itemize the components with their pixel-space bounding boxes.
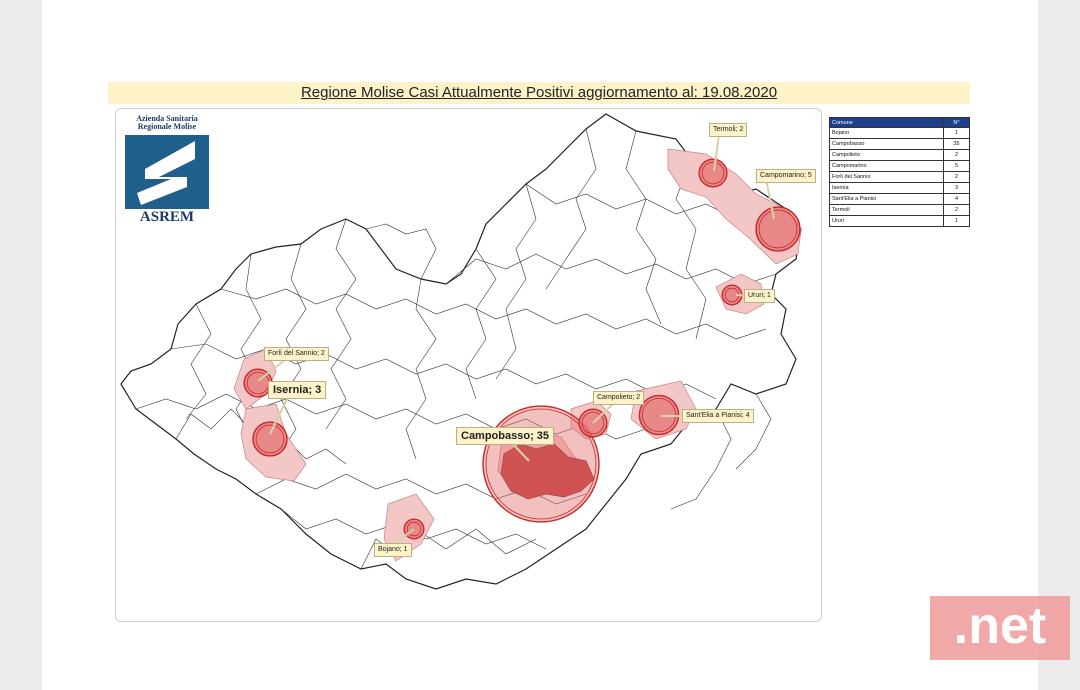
case-bubble [698, 158, 728, 188]
callout-bojano: Bojano; 1 [374, 543, 412, 557]
callout-campobasso: Campobasso; 35 [456, 427, 555, 445]
cases-table: Comune N° Bojano 1 Campobasso 35 Campoliet… [829, 117, 971, 227]
watermark-badge: .net [930, 596, 1070, 660]
table-row: Ururi 1 [829, 215, 971, 227]
map-panel: Azienda Sanitaria Regionale Molise ASREM… [115, 108, 822, 622]
molise-map [120, 113, 802, 590]
callout-isernia: Isernia; 3 [268, 381, 327, 399]
table-cell-n: 3 [942, 182, 971, 194]
table-cell-comune: Campobasso [829, 138, 944, 150]
table-cell-n: 1 [942, 127, 971, 139]
logo-wordmark: ASREM [139, 209, 195, 225]
table-header-row: Comune N° [829, 117, 971, 128]
table-cell-n: 1 [942, 215, 971, 227]
callout-campolieto: Campolieto; 2 [593, 391, 645, 405]
table-cell-n: 2 [942, 204, 971, 216]
table-cell-comune: Termoli [829, 204, 944, 216]
case-bubble [755, 206, 801, 252]
table-row: Campomarino 5 [829, 160, 971, 172]
table-row: Isernia 3 [829, 182, 971, 194]
table-row: Campobasso 35 [829, 138, 971, 150]
table-header-comune: Comune [829, 117, 944, 128]
table-cell-n: 2 [942, 149, 971, 161]
page-title: Regione Molise Casi Attualmente Positivi… [300, 84, 778, 101]
table-row: Bojano 1 [829, 127, 971, 139]
logo-emblem [125, 135, 209, 209]
case-bubble [252, 421, 288, 457]
table-cell-comune: Campomarino [829, 160, 944, 172]
logo-caption: Azienda Sanitaria Regionale Molise [123, 115, 211, 131]
table-cell-n: 35 [942, 138, 971, 150]
watermark-text: .net [953, 597, 1047, 655]
table-row: Termoli 2 [829, 204, 971, 216]
table-cell-comune: Ururi [829, 215, 944, 227]
table-cell-comune: Campolieto [829, 149, 944, 161]
callout-campomarino: Campomarino; 5 [756, 169, 816, 183]
table-cell-comune: Forlì del Sannio [829, 171, 944, 183]
table-cell-n: 4 [942, 193, 971, 205]
table-header-n: N° [942, 117, 971, 128]
table-cell-comune: Bojano [829, 127, 944, 139]
table-cell-comune: Isernia [829, 182, 944, 194]
callout-santelia: Sant'Elia a Pianisi; 4 [682, 409, 754, 423]
callout-termoli: Termoli; 2 [709, 123, 748, 137]
table-cell-n: 2 [942, 171, 971, 183]
table-row: Sant'Elia a Pianisi 4 [829, 193, 971, 205]
table-row: Forlì del Sannio 2 [829, 171, 971, 183]
table-cell-n: 5 [942, 160, 971, 172]
asrem-logo: Azienda Sanitaria Regionale Molise ASREM [123, 115, 211, 225]
logo-s-icon [137, 141, 195, 205]
title-bar: Regione Molise Casi Attualmente Positivi… [108, 82, 970, 104]
logo-line2: Regionale Molise [137, 122, 197, 131]
table-cell-comune: Sant'Elia a Pianisi [829, 193, 944, 205]
callout-forli: Forlì del Sannio; 2 [264, 347, 329, 361]
table-row: Campolieto 2 [829, 149, 971, 161]
callout-ururi: Ururi; 1 [744, 289, 775, 303]
